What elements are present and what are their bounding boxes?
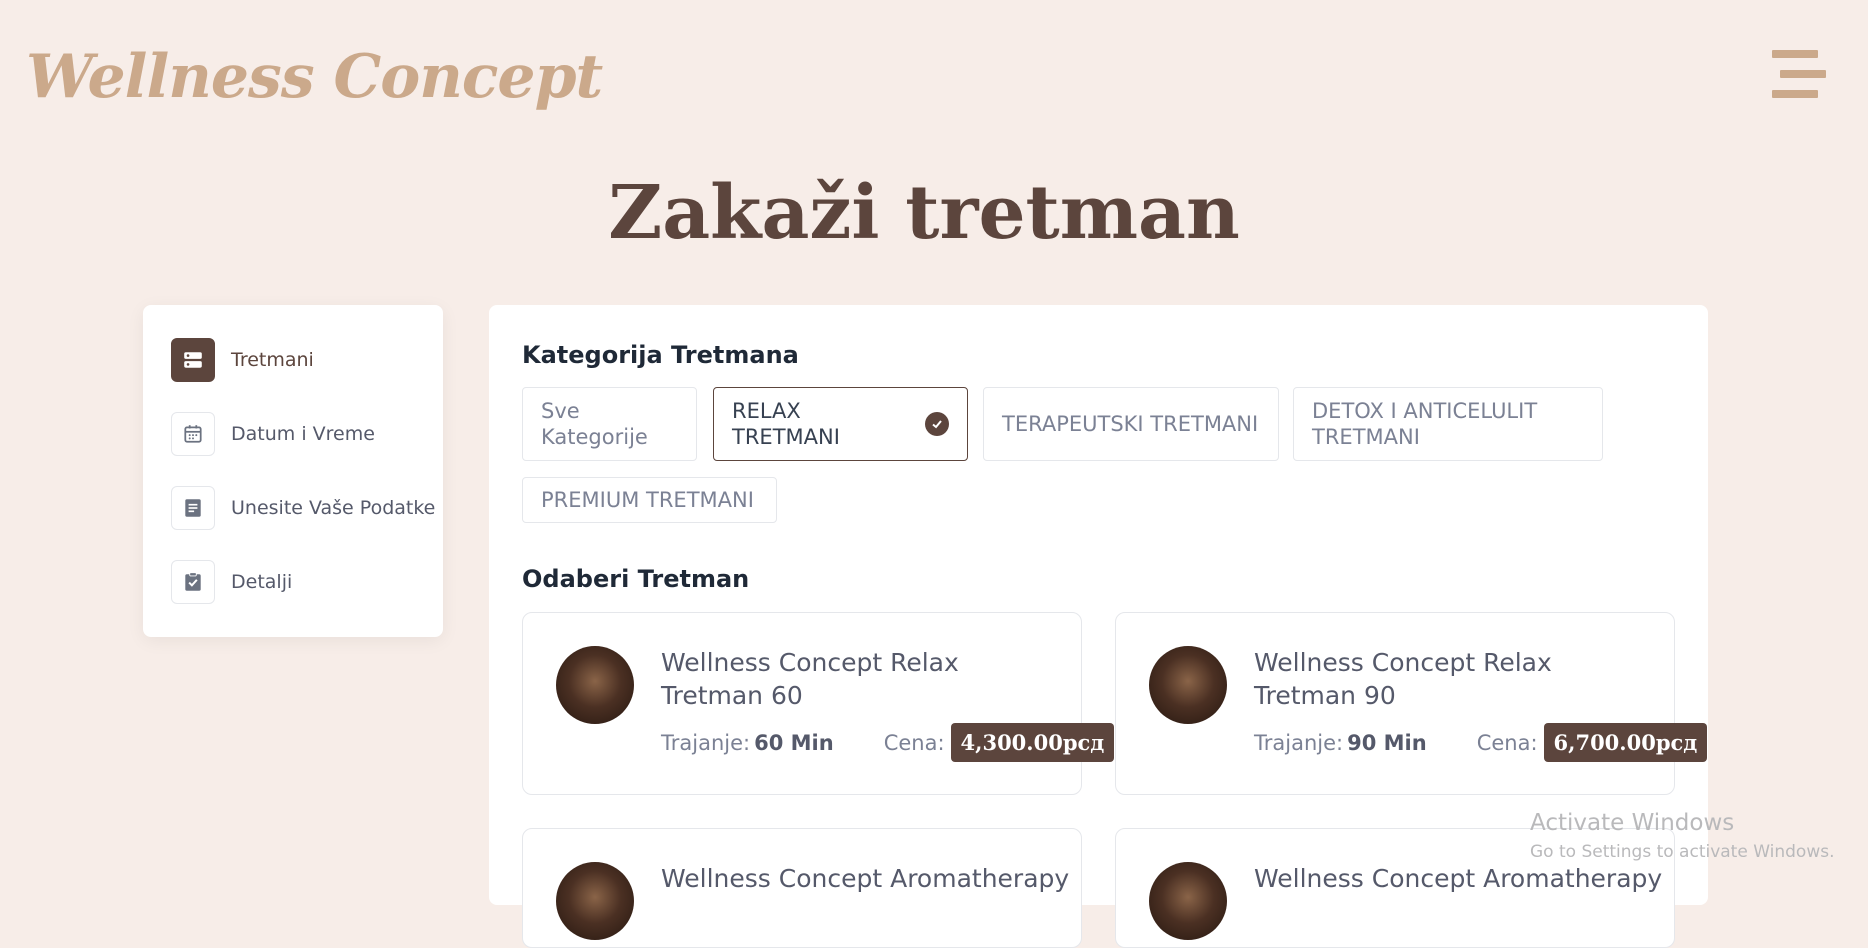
treatment-section-title: Odaberi Tretman	[522, 565, 750, 593]
treatment-name: Wellness Concept Relax Tretman 60	[661, 648, 959, 710]
step-unesite-vase-podatke[interactable]: Unesite Vaše Podatke	[171, 485, 435, 531]
treatment-photo	[556, 646, 634, 724]
category-chip-detox[interactable]: DETOX I ANTICELULIT TRETMANI	[1293, 387, 1603, 461]
check-circle-icon	[925, 412, 949, 436]
treatment-name: Wellness Concept Relax Tretman 90	[1254, 648, 1552, 710]
step-label: Datum i Vreme	[231, 423, 375, 445]
category-chip-terapeutski[interactable]: TERAPEUTSKI TRETMANI	[983, 387, 1279, 461]
step-label: Tretmani	[231, 349, 314, 371]
site-logo[interactable]: Wellness Concept	[26, 42, 603, 112]
duration-value: 90 Min	[1347, 730, 1427, 755]
chip-label: RELAX TRETMANI	[732, 399, 840, 449]
price-badge: 4,300.00рсд	[950, 723, 1115, 762]
calendar-icon	[171, 412, 215, 456]
page-title: Zakaži tretman	[608, 170, 1240, 256]
treatment-card[interactable]: Wellness Concept Relax Tretman 60 Trajan…	[522, 612, 1115, 795]
duration-value: 60 Min	[754, 730, 834, 755]
clipboard-check-icon	[171, 560, 215, 604]
step-label: Unesite Vaše Podatke	[231, 497, 436, 519]
step-datum-i-vreme[interactable]: Datum i Vreme	[171, 411, 375, 457]
treatment-card[interactable]: Wellness Concept Aromatherapy	[522, 828, 1082, 948]
duration-label: Trajanje:	[1254, 730, 1344, 755]
treatment-photo	[1149, 646, 1227, 724]
booking-steps-sidebar: Tretmani Datum i Vreme Unesite Vaše Poda…	[143, 305, 443, 637]
treatment-card[interactable]: Wellness Concept Relax Tretman 90 Trajan…	[1115, 612, 1708, 795]
step-detalji[interactable]: Detalji	[171, 559, 292, 605]
chip-label: PREMIUM TRETMANI	[541, 488, 754, 512]
price-badge: 6,700.00рсд	[1543, 723, 1708, 762]
duration-label: Trajanje:	[661, 730, 751, 755]
chip-label: Sve Kategorije	[541, 399, 648, 449]
treatment-card[interactable]: Wellness Concept Aromatherapy	[1115, 828, 1675, 948]
hamburger-menu-icon[interactable]	[1770, 50, 1826, 102]
category-chip-relax[interactable]: RELAX TRETMANI	[713, 387, 968, 461]
treatment-photo	[1149, 862, 1227, 940]
category-chip-premium[interactable]: PREMIUM TRETMANI	[522, 477, 777, 523]
booking-panel: Kategorija Tretmana Sve Kategorije RELAX…	[489, 305, 1708, 948]
price-label: Cena:	[883, 730, 945, 755]
chip-label: TERAPEUTSKI TRETMANI	[1002, 412, 1259, 436]
document-icon	[171, 486, 215, 530]
step-tretmani[interactable]: Tretmani	[171, 337, 314, 383]
category-chip-all[interactable]: Sve Kategorije	[522, 387, 697, 461]
treatment-photo	[556, 862, 634, 940]
services-icon	[171, 338, 215, 382]
price-label: Cena:	[1476, 730, 1538, 755]
step-label: Detalji	[231, 571, 293, 593]
chip-label: DETOX I ANTICELULIT TRETMANI	[1312, 399, 1538, 449]
category-section-title: Kategorija Tretmana	[522, 341, 799, 369]
